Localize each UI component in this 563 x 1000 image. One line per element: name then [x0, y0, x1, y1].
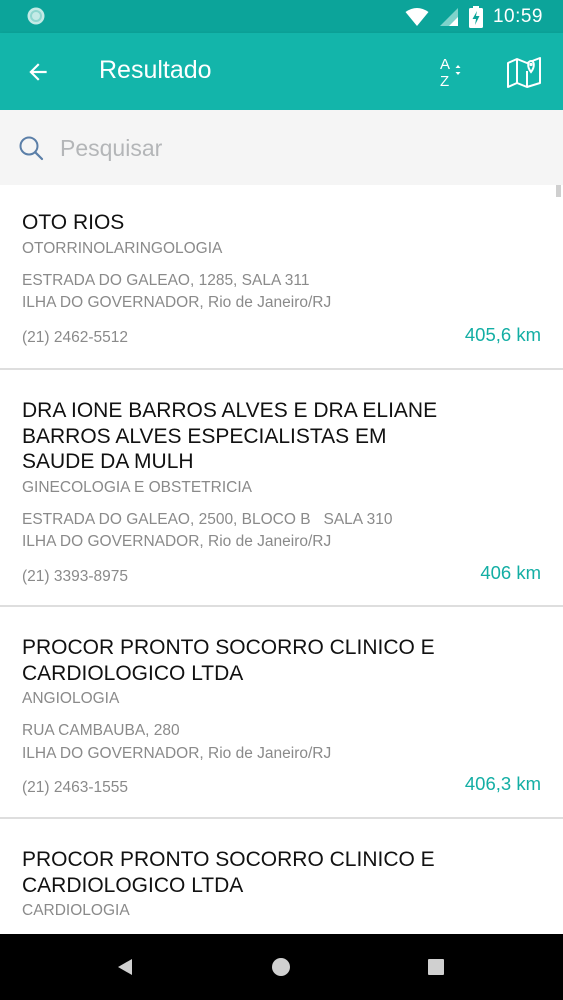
arrow-back-icon [29, 63, 47, 81]
result-specialty: OTORRINOLARINGOLOGIA [22, 239, 223, 257]
app-bar: Resultado A Z [0, 33, 563, 110]
address-line-city: ILHA DO GOVERNADOR, Rio de Janeiro/RJ [22, 744, 332, 762]
result-name: OTO RIOS [22, 211, 125, 234]
result-phone[interactable]: (21) 2462-5512 [22, 328, 541, 348]
page-title: Resultado [99, 56, 212, 84]
sort-az-icon: A Z [440, 56, 461, 89]
result-name: PROCOR PRONTO SOCORRO CLINICO E CARDIOLO… [22, 848, 435, 897]
result-address: ESTRADA DO GALEAO, 2500, BLOCO B SALA 31… [22, 509, 541, 554]
result-phone[interactable]: (21) 3393-8975 [22, 567, 541, 587]
result-card[interactable]: DRA IONE BARROS ALVES E DRA ELIANE BARRO… [0, 370, 563, 607]
nav-home-button[interactable] [248, 934, 314, 1000]
result-distance: 406,3 km [464, 773, 541, 794]
address-line-city: ILHA DO GOVERNADOR, Rio de Janeiro/RJ [22, 533, 332, 550]
result-specialty: GINECOLOGIA E OBSTETRICIA [22, 478, 252, 496]
results-list[interactable]: OTO RIOS OTORRINOLARINGOLOGIA ESTRADA DO… [0, 185, 563, 935]
address-line-street: ESTRADA DO GALEAO, 2500, BLOCO B SALA 31… [22, 510, 393, 528]
result-address: ESTRADA DO GALEAO, 1285, SALA 311 ILHA D… [22, 270, 541, 315]
status-clock: 10:59 [492, 6, 543, 27]
nav-recents-button[interactable] [403, 934, 469, 1000]
result-specialty: ANGIOLOGIA [22, 690, 120, 707]
notification-icon [27, 7, 45, 25]
system-nav-bar [0, 934, 563, 1000]
result-card[interactable]: OTO RIOS OTORRINOLARINGOLOGIA ESTRADA DO… [0, 185, 563, 370]
result-name: PROCOR PRONTO SOCORRO CLINICO E CARDIOLO… [22, 636, 435, 685]
back-button[interactable] [18, 52, 58, 92]
search-bar [0, 110, 563, 185]
wifi-icon [405, 8, 429, 26]
address-line-street: ESTRADA DO GALEAO, 1285, SALA 311 [22, 271, 310, 289]
address-line-city: ILHA DO GOVERNADOR, Rio de Janeiro/RJ [22, 294, 332, 311]
status-bar: 10:59 [0, 0, 563, 33]
address-line-street: RUA CAMBAUBA, 280 [22, 722, 180, 739]
result-address: RUA CAMBAUBA, 280 ILHA DO GOVERNADOR, Ri… [22, 720, 541, 765]
map-icon [507, 57, 541, 88]
result-distance: 406 km [480, 562, 541, 583]
result-specialty: CARDIOLOGIA [22, 902, 130, 919]
battery-charging-icon [468, 6, 483, 28]
map-view-button[interactable] [502, 49, 546, 95]
result-name: DRA IONE BARROS ALVES E DRA ELIANE BARRO… [22, 399, 438, 473]
nav-recents-icon [428, 959, 444, 975]
sort-letter-a: A [440, 56, 450, 73]
result-card[interactable]: PROCOR PRONTO SOCORRO CLINICO E CARDIOLO… [0, 607, 563, 819]
nav-back-icon [118, 959, 132, 975]
result-distance: 405,6 km [464, 324, 541, 345]
signal-icon [439, 8, 458, 26]
sort-letter-z: Z [440, 73, 449, 89]
nav-home-icon [272, 958, 290, 976]
status-icons: 10:59 [405, 5, 543, 29]
search-input[interactable] [60, 128, 540, 168]
result-phone[interactable]: (21) 2463-1555 [22, 778, 541, 798]
result-card[interactable]: PROCOR PRONTO SOCORRO CLINICO E CARDIOLO… [0, 819, 563, 935]
search-icon [19, 136, 44, 161]
nav-back-button[interactable] [92, 934, 158, 1000]
sort-az-button[interactable]: A Z [428, 50, 472, 94]
